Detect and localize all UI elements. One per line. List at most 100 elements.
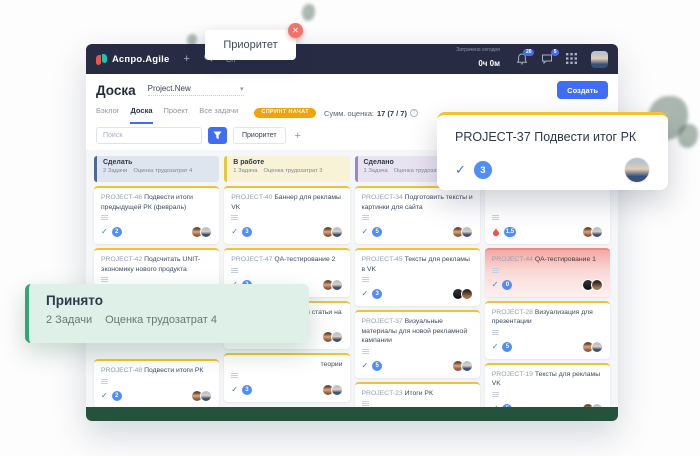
search-input[interactable] [96, 127, 202, 144]
estimate-badge: 3 [372, 289, 382, 299]
task-footer: 1.5 [492, 226, 603, 238]
apps-grid-icon[interactable] [566, 53, 579, 66]
foliage-decoration [678, 124, 698, 148]
flame-icon [492, 228, 500, 237]
bell-badge: 26 [523, 49, 534, 56]
task-footer: ✓2 [101, 226, 212, 238]
task-card[interactable]: PROJECT-46 Подвести итоги предыдущей РК … [94, 186, 219, 244]
page-title: Доска [96, 83, 136, 98]
chevron-down-icon: ▾ [240, 85, 244, 93]
kanban-column: Сделать2 ЗадачиОценка трудозатрат 4 PROJE… [94, 156, 219, 401]
task-title: PROJECT-47 QA-тестирование 2 [231, 255, 342, 265]
assignee-avatar [624, 157, 650, 183]
accepted-column-callout: Принято 2 ЗадачиОценка трудозатрат 4 [25, 284, 309, 343]
avatar [331, 226, 343, 238]
tab-project[interactable]: Проект [164, 106, 189, 124]
estimate-badge: 2 [112, 391, 122, 401]
task-title: теории [231, 360, 342, 370]
task-card[interactable]: PROJECT-34 Подготовить тексты и картинки… [355, 186, 480, 244]
task-footer: ✓2 [101, 390, 212, 402]
user-avatar[interactable] [591, 51, 608, 68]
sprint-status-badge: СПРИНТ НАЧАТ [254, 108, 316, 119]
time-value: 0ч 0м [478, 59, 500, 68]
task-title: PROJECT-44 QA-тестирование 1 [492, 255, 603, 265]
estimate-badge: 5 [372, 227, 382, 237]
tab-backlog[interactable]: Бэклог [96, 106, 119, 124]
total-score: Сумм. оценка: 17 (7 / 7) ? [324, 109, 418, 118]
info-icon[interactable]: ? [410, 109, 418, 117]
task-title: PROJECT-23 Итоги РК [362, 389, 473, 399]
kanban-column: В работе1 ЗадачаОценка трудозатрат 3 PROJ… [224, 156, 349, 401]
task-card[interactable]: PROJECT-40 Баннер для рекламы VK✓3 [224, 186, 349, 244]
task-card[interactable]: 1.5 [485, 186, 610, 244]
task-card[interactable]: PROJECT-37 Визуальные материалы для ново… [355, 310, 480, 378]
accepted-subtitle: 2 ЗадачиОценка трудозатрат 4 [46, 314, 292, 326]
column-card-list: PROJECT-34 Подготовить тексты и картинки… [355, 186, 480, 407]
accepted-title: Принято [46, 293, 292, 308]
task-card[interactable]: PROJECT-45 Тексты для рекламы в VK✓3 [355, 248, 480, 306]
assignee-avatars [325, 384, 343, 396]
column-title: В работе [233, 159, 343, 166]
notifications-bell-icon[interactable]: 26 [516, 53, 529, 66]
task-code: PROJECT-28 [492, 309, 535, 316]
task-code: PROJECT-34 [362, 194, 405, 201]
priority-filter-chip[interactable]: Приоритет [233, 127, 286, 144]
task-card[interactable]: PROJECT-28 Визуализация для презентации✓… [485, 301, 610, 359]
chat-icon[interactable]: 5 [541, 53, 554, 66]
task-title: PROJECT-46 Подвести итоги предыдущей РК … [101, 193, 212, 212]
popup-task-code: PROJECT-37 [455, 130, 531, 144]
description-icon [101, 215, 108, 220]
score-value: 17 (7 / 7) [377, 109, 407, 118]
tab-all-tasks[interactable]: Все задачи [199, 106, 238, 124]
popup-task-title: PROJECT-37 Подвести итог РК [455, 130, 650, 144]
task-card[interactable]: теории✓3 [224, 353, 349, 402]
description-icon [492, 215, 499, 220]
task-code: PROJECT-42 [101, 256, 144, 263]
task-card[interactable]: PROJECT-48 Подвести итоги РК ✓2 [94, 359, 219, 407]
check-icon: ✓ [231, 386, 238, 394]
brand-name: Аспро.Agile [112, 54, 169, 65]
task-preview-popup[interactable]: PROJECT-37 Подвести итог РК ✓ 3 [437, 112, 668, 190]
estimate-badge: 5 [502, 342, 512, 352]
task-footer: ✓0 [492, 279, 603, 291]
tab-board[interactable]: Доска [130, 106, 152, 124]
board-tabs: Бэклог Доска Проект Все задачи [96, 106, 238, 124]
project-select[interactable]: Project.New ▾ [148, 84, 244, 96]
priority-tooltip-label: Приоритет [223, 39, 277, 51]
task-code: PROJECT-46 [101, 194, 144, 201]
task-footer: ✓5 [492, 341, 603, 353]
task-card[interactable]: PROJECT-44 QA-тестирование 1 ✓0 [485, 248, 610, 297]
add-icon[interactable]: + [183, 54, 189, 65]
description-icon [492, 268, 499, 273]
avatar [331, 279, 343, 291]
create-button[interactable]: Создать [557, 81, 608, 99]
avatar [591, 226, 603, 238]
assignee-avatars [325, 279, 343, 291]
estimate-badge: 0 [502, 280, 512, 290]
task-title: PROJECT-19 Тексты для рекламы VK [492, 370, 603, 389]
column-header: Сделать2 ЗадачиОценка трудозатрат 4 [94, 156, 219, 182]
task-card[interactable]: PROJECT-19 Тексты для рекламы VK✓5 [485, 363, 610, 408]
assignee-avatars [325, 226, 343, 238]
task-footer: ✓3 [231, 226, 342, 238]
avatar [591, 341, 603, 353]
task-footer: ✓5 [362, 226, 473, 238]
add-filter-icon[interactable]: + [295, 130, 301, 142]
description-icon [231, 268, 238, 273]
avatar [200, 390, 212, 402]
task-card[interactable]: PROJECT-23 Итоги РК✓5 [355, 382, 480, 408]
filter-button[interactable] [208, 127, 227, 144]
estimate-badge: 1.5 [504, 227, 516, 237]
accepted-task-count: 2 Задачи [46, 314, 92, 326]
close-icon[interactable]: ✕ [288, 23, 303, 38]
task-title: PROJECT-48 Подвести итоги РК [101, 366, 212, 376]
description-icon [362, 215, 369, 220]
column-header: В работе1 ЗадачаОценка трудозатрат 3 [224, 156, 349, 182]
task-footer: ✓3 [362, 288, 473, 300]
description-icon [101, 277, 108, 282]
assignee-avatars [585, 279, 603, 291]
kanban-column: Сделано1 ЗадачаОценка трудозатрат 6PROJE… [355, 156, 480, 401]
assignee-avatars [585, 226, 603, 238]
task-title: PROJECT-34 Подготовить тексты и картинки… [362, 193, 473, 212]
avatar [331, 384, 343, 396]
